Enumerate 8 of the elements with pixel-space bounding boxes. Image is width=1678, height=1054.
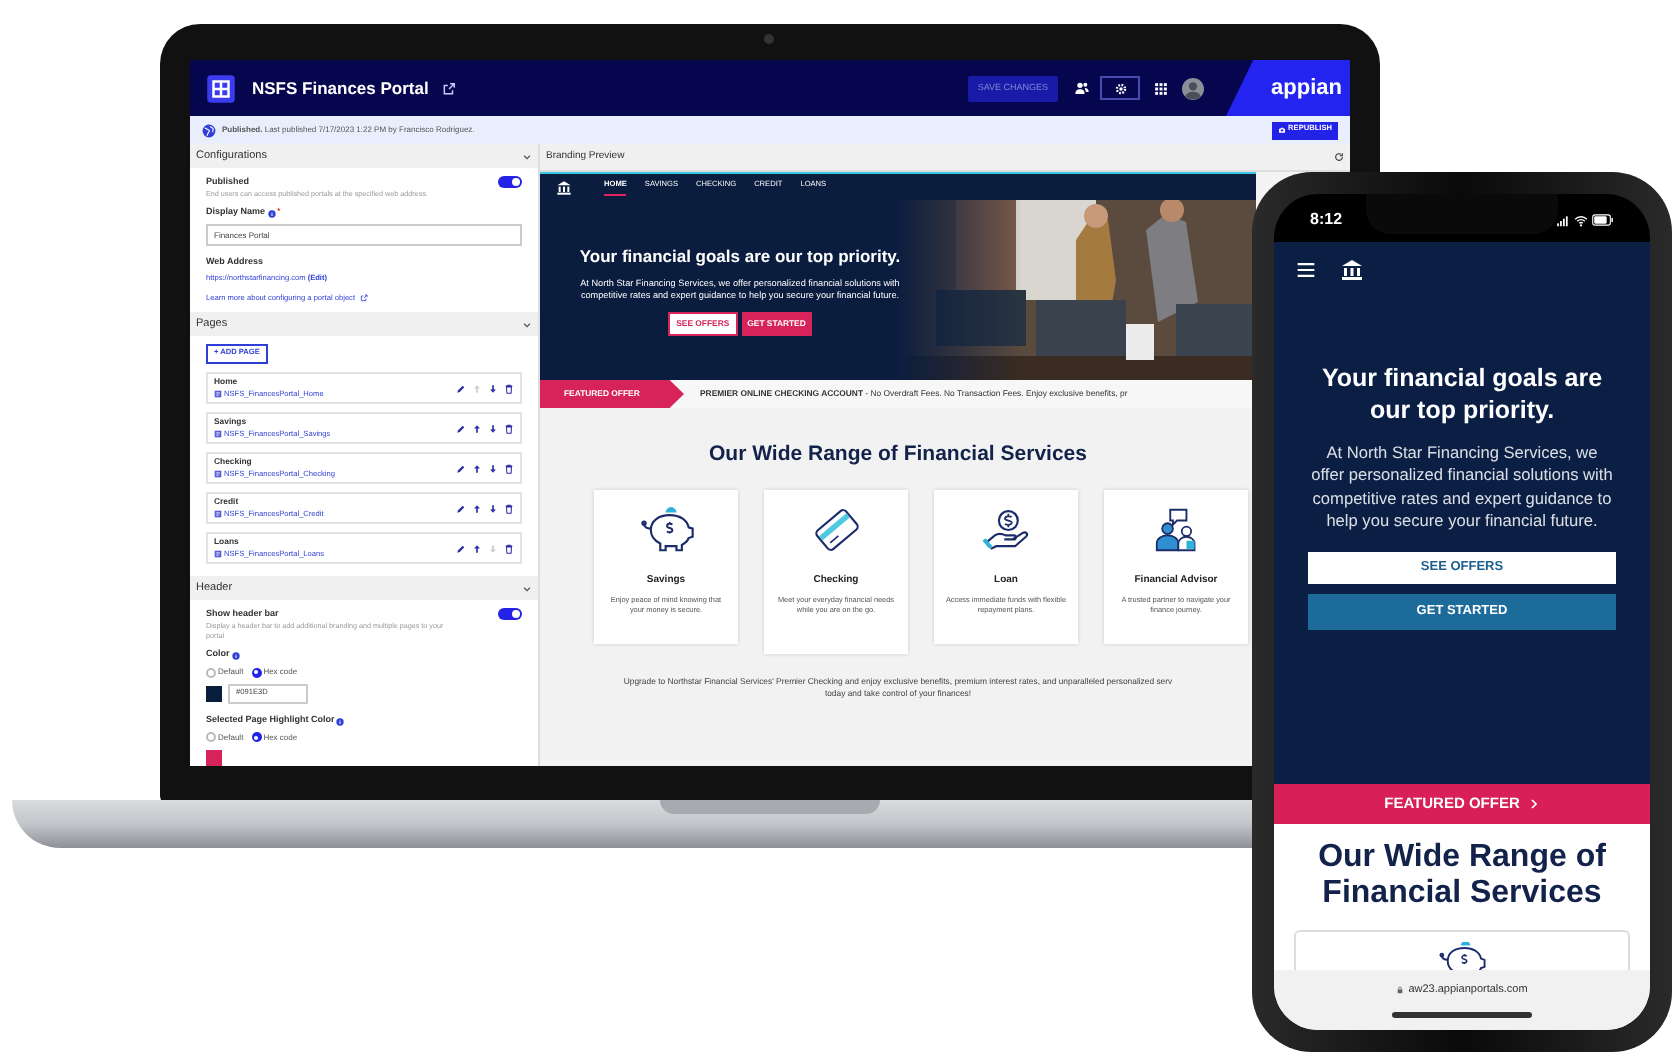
status-time: 8:12 <box>1310 208 1343 232</box>
hero-text: At North Star Financing Services, we offer personalized financial solutions with competitive rates and expert guidance to help you secure your financial future. <box>1309 441 1615 534</box>
services-heading: Our Wide Range of Financial Services <box>1316 840 1608 914</box>
brand-logo: appian <box>1271 73 1342 104</box>
app-title: NSFS Finances Portal <box>252 75 429 101</box>
services-heading: Our Wide Range of Financial Services <box>709 440 1087 470</box>
hero-heading: Your financial goals are our top priority. <box>579 243 901 270</box>
hero-heading: Your financial goals are our top priority. <box>1319 362 1605 427</box>
